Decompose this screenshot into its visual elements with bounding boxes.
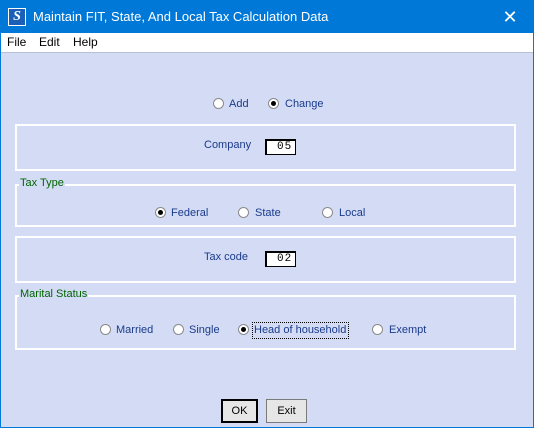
app-icon: S [8,8,26,26]
radio-local-label: Local [339,207,366,219]
radio-state-label: State [255,207,281,219]
company-field[interactable]: 05 [265,139,296,155]
marital-status-legend: Marital Status [19,288,89,300]
close-icon[interactable]: ✕ [487,1,533,33]
radio-head-of-household[interactable] [238,324,249,335]
tax-code-field[interactable]: 02 [265,251,296,267]
radio-exempt[interactable] [372,324,383,335]
radio-change-label: Change [285,98,324,110]
radio-federal[interactable] [155,207,166,218]
main-window: S Maintain FIT, State, And Local Tax Cal… [0,0,534,428]
exit-button[interactable]: Exit [266,399,307,423]
marital-status-group: Marital Status Married Single Head of ho… [15,288,516,350]
menu-edit[interactable]: Edit [39,35,60,49]
ok-button[interactable]: OK [221,399,258,423]
radio-federal-label: Federal [171,207,209,219]
tax-type-legend: Tax Type [19,177,65,189]
radio-add-label: Add [229,98,249,110]
window-title: Maintain FIT, State, And Local Tax Calcu… [33,9,329,24]
menu-divider [1,52,533,53]
radio-single[interactable] [173,324,184,335]
menu-help[interactable]: Help [73,35,98,49]
company-label: Company [204,139,252,151]
tax-code-label: Tax code [204,251,249,263]
radio-single-label: Single [189,324,220,336]
menu-bar: File Edit Help [1,33,533,52]
radio-married[interactable] [100,324,111,335]
tax-type-group: Tax Type Federal State Local [15,177,516,227]
radio-change[interactable] [268,98,279,109]
company-group: Company 05 [15,124,516,171]
radio-state[interactable] [238,207,249,218]
tax-code-group: Tax code 02 [15,236,516,283]
radio-local[interactable] [322,207,333,218]
radio-head-of-household-label: Head of household [254,324,347,336]
radio-add[interactable] [213,98,224,109]
menu-file[interactable]: File [7,35,26,49]
radio-exempt-label: Exempt [389,324,427,336]
radio-married-label: Married [116,324,154,336]
title-bar[interactable]: S Maintain FIT, State, And Local Tax Cal… [1,1,533,33]
